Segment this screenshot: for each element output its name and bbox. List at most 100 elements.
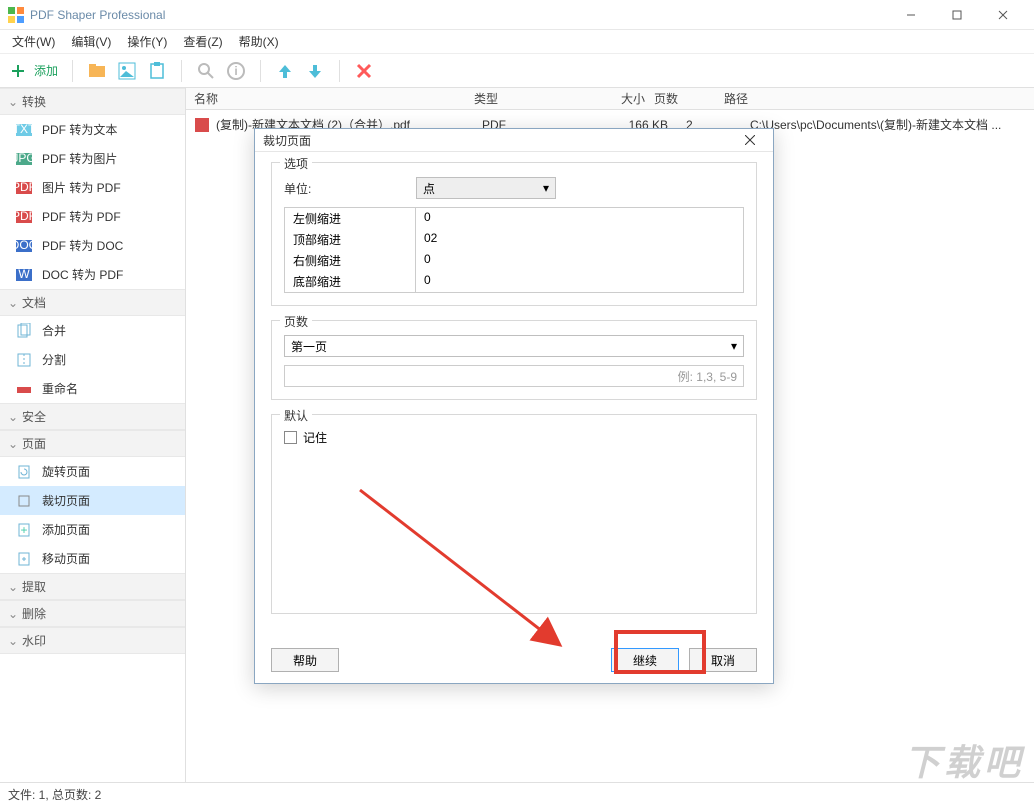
category-label: 提取 — [22, 578, 46, 595]
chevron-down-icon: ⌄ — [8, 410, 18, 424]
down-arrow-icon[interactable] — [305, 61, 325, 81]
remember-label: 记住 — [303, 429, 327, 446]
delete-icon[interactable] — [354, 61, 374, 81]
sidebar-item-pdf-to-image[interactable]: JPGPDF 转为图片 — [0, 144, 185, 173]
close-button[interactable] — [980, 0, 1026, 30]
category-label: 安全 — [22, 408, 46, 425]
separator — [260, 60, 261, 82]
app-logo-icon — [8, 7, 24, 23]
sidebar-item-doc-to-pdf[interactable]: WDOC 转为 PDF — [0, 260, 185, 289]
svg-text:PDF: PDF — [16, 209, 32, 223]
continue-button[interactable]: 继续 — [611, 648, 679, 672]
dialog-titlebar: 裁切页面 — [255, 129, 773, 152]
category-label: 水印 — [22, 632, 46, 649]
pdf-file-icon — [194, 117, 210, 133]
folder-icon[interactable] — [87, 61, 107, 81]
margin-left-label: 左侧缩进 — [285, 208, 415, 229]
help-label: 帮助 — [293, 652, 317, 669]
svg-text:+: + — [20, 523, 27, 537]
menu-edit[interactable]: 编辑(V) — [63, 31, 119, 52]
checkbox-box-icon — [284, 431, 297, 444]
margin-right-value[interactable]: 0 — [415, 250, 743, 271]
sidebar-item-add-page[interactable]: + 添加页面 — [0, 515, 185, 544]
margins-grid[interactable]: 左侧缩进0 顶部缩进02 右侧缩进0 底部缩进0 — [284, 207, 744, 293]
svg-text:PDF: PDF — [16, 180, 32, 194]
cancel-button[interactable]: 取消 — [689, 648, 757, 672]
sidebar-item-label: 分割 — [42, 351, 66, 368]
sidebar-item-label: PDF 转为 PDF — [42, 208, 121, 225]
margin-right-label: 右侧缩进 — [285, 250, 415, 271]
separator — [181, 60, 182, 82]
col-pages[interactable]: 页数 — [654, 90, 724, 107]
pages-legend: 页数 — [280, 313, 312, 330]
category-security[interactable]: ⌄ 安全 — [0, 403, 185, 430]
pages-select[interactable]: 第一页▾ — [284, 335, 744, 357]
remember-checkbox[interactable]: 记住 — [284, 429, 744, 446]
add-button[interactable]: 添加 — [8, 61, 58, 81]
sidebar-item-move-page[interactable]: 移动页面 — [0, 544, 185, 573]
image-icon[interactable] — [117, 61, 137, 81]
sidebar-item-label: 旋转页面 — [42, 463, 90, 480]
options-legend: 选项 — [280, 155, 312, 172]
sidebar-item-label: PDF 转为文本 — [42, 121, 117, 138]
sidebar-item-label: 裁切页面 — [42, 492, 90, 509]
col-type[interactable]: 类型 — [474, 90, 594, 107]
category-convert[interactable]: ⌄转换 — [0, 88, 185, 115]
dialog-title: 裁切页面 — [263, 132, 311, 149]
sidebar-item-merge[interactable]: 合并 — [0, 316, 185, 345]
chevron-down-icon: ⌄ — [8, 607, 18, 621]
clipboard-icon[interactable] — [147, 61, 167, 81]
up-arrow-icon[interactable] — [275, 61, 295, 81]
chevron-down-icon: ⌄ — [8, 634, 18, 648]
sidebar-item-label: 重命名 — [42, 380, 78, 397]
category-watermark[interactable]: ⌄ 水印 — [0, 627, 185, 654]
status-text: 文件: 1, 总页数: 2 — [8, 786, 101, 803]
crop-dialog: 裁切页面 选项 单位: 点▾ 左侧缩进0 顶部缩进02 右侧缩进0 底部缩进0 … — [254, 128, 774, 684]
menu-operate[interactable]: 操作(Y) — [119, 31, 175, 52]
sidebar-item-crop[interactable]: 裁切页面 — [0, 486, 185, 515]
sidebar-item-rename[interactable]: 重命名 — [0, 374, 185, 403]
pages-fieldset: 页数 第一页▾ 例: 1,3, 5-9 — [271, 320, 757, 400]
sidebar-item-pdf-to-doc[interactable]: DOCPDF 转为 DOC — [0, 231, 185, 260]
chevron-down-icon: ⌄ — [8, 95, 18, 109]
menu-help[interactable]: 帮助(X) — [231, 31, 287, 52]
chevron-down-icon: ▾ — [543, 181, 549, 195]
sidebar-item-split[interactable]: 分割 — [0, 345, 185, 374]
category-document[interactable]: ⌄文档 — [0, 289, 185, 316]
svg-text:i: i — [234, 64, 237, 78]
default-legend: 默认 — [280, 407, 312, 424]
sidebar-item-pdf-to-text[interactable]: TXTPDF 转为文本 — [0, 115, 185, 144]
menu-file[interactable]: 文件(W) — [4, 31, 63, 52]
unit-select[interactable]: 点▾ — [416, 177, 556, 199]
col-name[interactable]: 名称 — [194, 90, 474, 107]
col-size[interactable]: 大小 — [594, 90, 654, 107]
sidebar-item-image-to-pdf[interactable]: PDF图片 转为 PDF — [0, 173, 185, 202]
crop-icon — [16, 493, 32, 509]
separator — [339, 60, 340, 82]
maximize-button[interactable] — [934, 0, 980, 30]
margin-bottom-value[interactable]: 0 — [415, 271, 743, 292]
category-delete[interactable]: ⌄删除 — [0, 600, 185, 627]
split-icon — [16, 352, 32, 368]
sidebar-item-pdf-to-pdf[interactable]: PDF PDF 转为 PDF — [0, 202, 185, 231]
unit-label: 单位: — [284, 180, 404, 197]
search-icon[interactable] — [196, 61, 216, 81]
minimize-button[interactable] — [888, 0, 934, 30]
dialog-close-button[interactable] — [735, 129, 765, 151]
add-label: 添加 — [34, 62, 58, 79]
margin-top-value[interactable]: 02 — [415, 229, 743, 250]
margin-left-value[interactable]: 0 — [415, 208, 743, 229]
svg-text:W: W — [18, 267, 30, 281]
pages-placeholder: 例: 1,3, 5-9 — [678, 368, 737, 385]
svg-text:JPG: JPG — [16, 151, 32, 165]
sidebar-item-rotate[interactable]: 旋转页面 — [0, 457, 185, 486]
category-extract[interactable]: ⌄提取 — [0, 573, 185, 600]
help-button[interactable]: 帮助 — [271, 648, 339, 672]
sidebar-item-label: 添加页面 — [42, 521, 90, 538]
category-page[interactable]: ⌄页面 — [0, 430, 185, 457]
menu-view[interactable]: 查看(Z) — [175, 31, 230, 52]
col-path[interactable]: 路径 — [724, 90, 1026, 107]
pages-range-input[interactable]: 例: 1,3, 5-9 — [284, 365, 744, 387]
info-icon[interactable]: i — [226, 61, 246, 81]
pdf-icon: PDF — [16, 180, 32, 196]
